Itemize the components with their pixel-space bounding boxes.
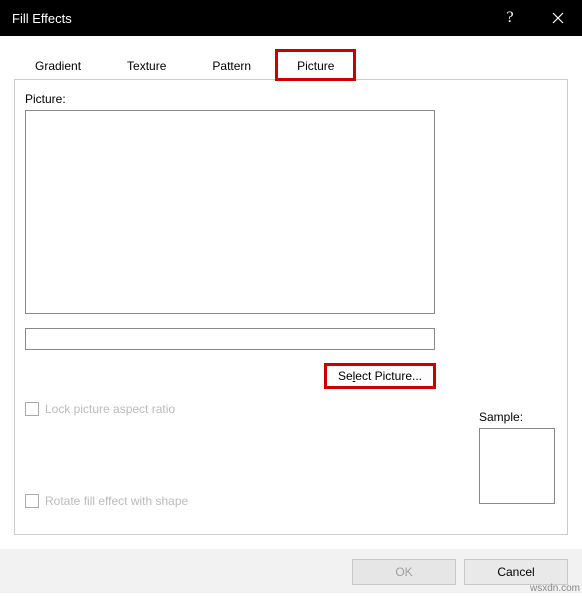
lock-aspect-label: Lock picture aspect ratio — [45, 402, 175, 416]
lock-aspect-checkbox[interactable] — [25, 402, 39, 416]
lock-aspect-row: Lock picture aspect ratio — [25, 402, 557, 416]
sample-label: Sample: — [479, 410, 555, 424]
rotate-row: Rotate fill effect with shape — [25, 494, 557, 508]
select-picture-row: Select Picture... — [25, 364, 435, 388]
picture-preview — [25, 110, 435, 314]
help-icon: ? — [506, 9, 513, 27]
sample-block: Sample: — [479, 410, 555, 504]
tab-pattern[interactable]: Pattern — [191, 50, 272, 79]
dialog-body: Gradient Texture Pattern Picture Picture… — [0, 36, 582, 549]
picture-filename-field[interactable] — [25, 328, 435, 350]
tab-strip: Gradient Texture Pattern Picture — [14, 50, 568, 80]
watermark: wsxdn.com — [530, 583, 580, 594]
picture-label: Picture: — [25, 92, 557, 106]
close-icon — [552, 12, 564, 24]
titlebar: Fill Effects ? — [0, 0, 582, 36]
rotate-checkbox[interactable] — [25, 494, 39, 508]
sample-preview — [479, 428, 555, 504]
dialog-title: Fill Effects — [12, 11, 486, 26]
dialog-button-bar: OK Cancel — [0, 549, 582, 593]
tab-content-picture: Picture: Select Picture... Lock picture … — [14, 80, 568, 535]
close-button[interactable] — [534, 0, 582, 36]
tab-texture[interactable]: Texture — [106, 50, 187, 79]
select-picture-button[interactable]: Select Picture... — [325, 364, 435, 388]
titlebar-controls: ? — [486, 0, 582, 36]
tab-picture[interactable]: Picture — [276, 50, 355, 80]
ok-button[interactable]: OK — [352, 559, 456, 585]
help-button[interactable]: ? — [486, 0, 534, 36]
tab-gradient[interactable]: Gradient — [14, 50, 102, 79]
rotate-label: Rotate fill effect with shape — [45, 494, 188, 508]
cancel-button[interactable]: Cancel — [464, 559, 568, 585]
